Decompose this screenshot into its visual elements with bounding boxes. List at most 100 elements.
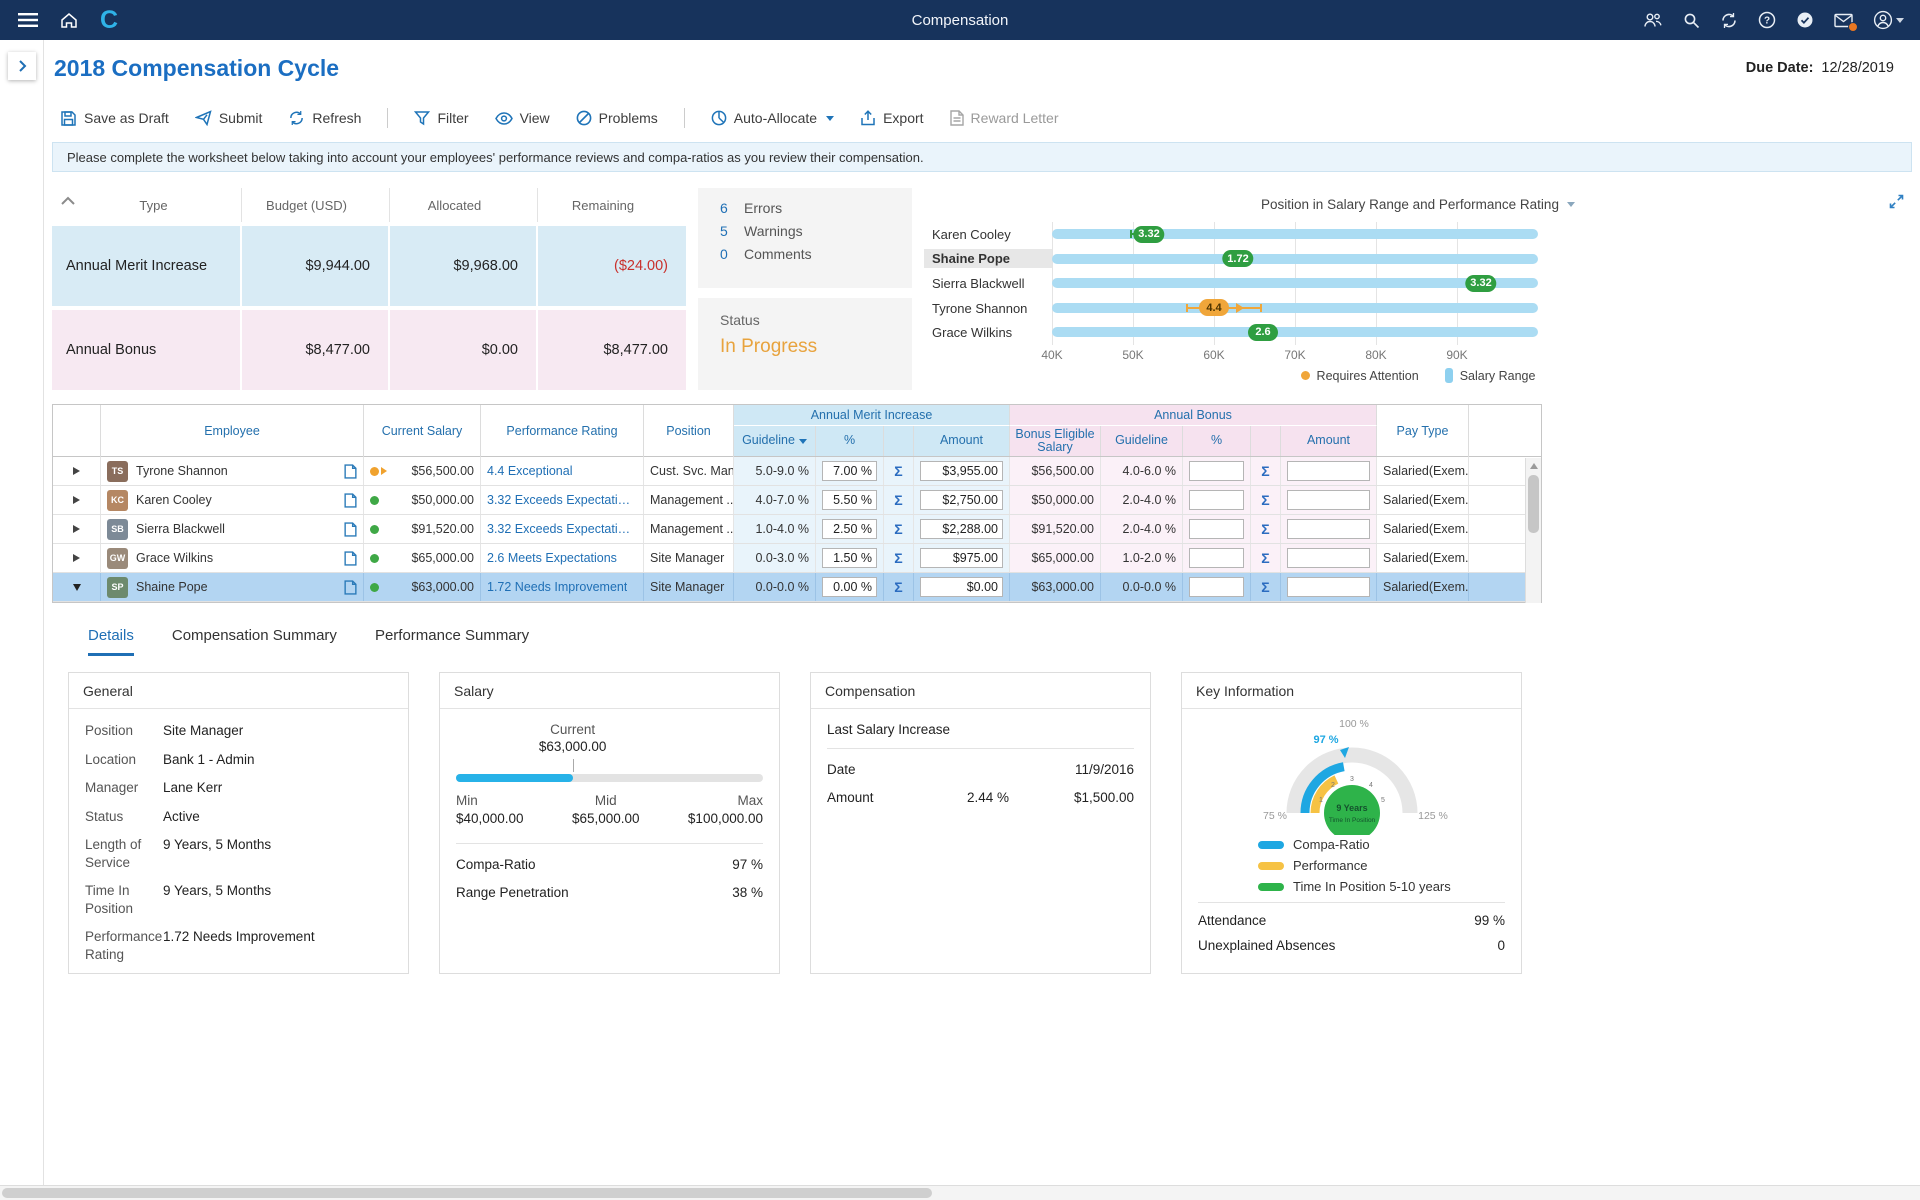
rating-badge[interactable]: 1.72 bbox=[1222, 250, 1253, 267]
merit-amount-input[interactable] bbox=[920, 577, 1003, 597]
employee-row-selected[interactable]: SPShaine Pope $63,000.00 1.72 Needs Impr… bbox=[53, 573, 1541, 602]
merit-percent-input[interactable] bbox=[822, 490, 877, 510]
bonus-percent-input[interactable] bbox=[1189, 519, 1244, 539]
bonus-amount-header[interactable]: Amount bbox=[1281, 426, 1377, 456]
sum-icon[interactable]: Σ bbox=[894, 521, 902, 537]
row-expander-icon[interactable] bbox=[73, 554, 80, 562]
merit-percent-input[interactable] bbox=[822, 577, 877, 597]
panel-expand-button[interactable] bbox=[8, 52, 36, 80]
scroll-up-arrow-icon[interactable] bbox=[1530, 463, 1538, 469]
view-button[interactable]: View bbox=[495, 110, 550, 126]
merit-percent-input[interactable] bbox=[822, 548, 877, 568]
employee-row[interactable]: SBSierra Blackwell $91,520.00 3.32 Excee… bbox=[53, 515, 1541, 544]
grid-vertical-scrollbar[interactable] bbox=[1525, 458, 1541, 603]
chart-expand-icon[interactable] bbox=[1889, 194, 1904, 209]
tab-performance-summary[interactable]: Performance Summary bbox=[375, 627, 529, 656]
row-collapse-icon[interactable] bbox=[73, 584, 81, 591]
help-icon[interactable]: ? bbox=[1758, 11, 1776, 29]
scrollbar-thumb[interactable] bbox=[2, 1188, 932, 1198]
rating-badge[interactable]: 2.6 bbox=[1248, 324, 1278, 341]
bonus-percent-header[interactable]: % bbox=[1183, 426, 1251, 456]
horizontal-scrollbar[interactable] bbox=[0, 1185, 1920, 1200]
bonus-percent-input[interactable] bbox=[1189, 548, 1244, 568]
sum-icon[interactable]: Σ bbox=[1261, 579, 1269, 595]
export-button[interactable]: Export bbox=[860, 110, 923, 126]
bonus-eligible-salary-header[interactable]: Bonus Eligible Salary bbox=[1010, 426, 1101, 456]
errors-row[interactable]: 6 Errors bbox=[720, 200, 912, 216]
note-icon[interactable] bbox=[344, 464, 357, 479]
pay-type-header[interactable]: Pay Type bbox=[1377, 405, 1469, 457]
employee-header[interactable]: Employee bbox=[101, 405, 364, 457]
note-icon[interactable] bbox=[344, 522, 357, 537]
merit-amount-header[interactable]: Amount bbox=[914, 426, 1010, 456]
tab-details[interactable]: Details bbox=[88, 627, 134, 656]
bonus-percent-input[interactable] bbox=[1189, 461, 1244, 481]
home-icon[interactable] bbox=[60, 12, 78, 29]
reward-letter-button[interactable]: Reward Letter bbox=[950, 110, 1059, 126]
bonus-amount-input[interactable] bbox=[1287, 577, 1370, 597]
sum-icon[interactable]: Σ bbox=[1261, 492, 1269, 508]
people-icon[interactable] bbox=[1643, 12, 1663, 28]
refresh-sync-icon[interactable] bbox=[1720, 12, 1738, 29]
save-as-draft-button[interactable]: Save as Draft bbox=[60, 110, 169, 127]
bonus-amount-input[interactable] bbox=[1287, 490, 1370, 510]
employee-row[interactable]: GWGrace Wilkins $65,000.00 2.6 Meets Exp… bbox=[53, 544, 1541, 573]
merit-percent-header[interactable]: % bbox=[816, 426, 884, 456]
rating-badge[interactable]: 4.4 bbox=[1199, 299, 1229, 316]
row-expander-icon[interactable] bbox=[73, 525, 80, 533]
messages-icon[interactable] bbox=[1834, 13, 1853, 28]
merit-percent-input[interactable] bbox=[822, 519, 877, 539]
note-icon[interactable] bbox=[344, 551, 357, 566]
sum-icon[interactable]: Σ bbox=[1261, 550, 1269, 566]
sum-icon[interactable]: Σ bbox=[1261, 521, 1269, 537]
rating-badge[interactable]: 3.32 bbox=[1133, 226, 1164, 243]
auto-allocate-button[interactable]: Auto-Allocate bbox=[711, 110, 834, 126]
refresh-button[interactable]: Refresh bbox=[288, 110, 361, 126]
bonus-percent-input[interactable] bbox=[1189, 577, 1244, 597]
bonus-guideline-header[interactable]: Guideline bbox=[1101, 426, 1183, 456]
merit-amount-input[interactable] bbox=[920, 461, 1003, 481]
merit-percent-input[interactable] bbox=[822, 461, 877, 481]
comments-row[interactable]: 0 Comments bbox=[720, 246, 912, 262]
scrollbar-thumb[interactable] bbox=[1528, 475, 1539, 533]
sum-icon[interactable]: Σ bbox=[894, 463, 902, 479]
collapse-section-chevron-icon[interactable] bbox=[60, 196, 76, 206]
filter-button[interactable]: Filter bbox=[414, 110, 468, 126]
note-icon[interactable] bbox=[344, 493, 357, 508]
merit-amount-input[interactable] bbox=[920, 548, 1003, 568]
merit-amount-input[interactable] bbox=[920, 490, 1003, 510]
current-salary-header[interactable]: Current Salary bbox=[364, 405, 481, 457]
bonus-amount-input[interactable] bbox=[1287, 548, 1370, 568]
note-icon[interactable] bbox=[344, 580, 357, 595]
sum-icon[interactable]: Σ bbox=[894, 550, 902, 566]
performance-rating-link[interactable]: 3.32 Exceeds Expectations bbox=[487, 522, 637, 536]
performance-rating-link[interactable]: 3.32 Exceeds Expectations bbox=[487, 493, 637, 507]
merit-guideline-header[interactable]: Guideline bbox=[734, 426, 816, 456]
employee-row[interactable]: KCKaren Cooley $50,000.00 3.32 Exceeds E… bbox=[53, 486, 1541, 515]
app-logo[interactable]: C bbox=[100, 8, 118, 33]
merit-amount-input[interactable] bbox=[920, 519, 1003, 539]
warnings-row[interactable]: 5 Warnings bbox=[720, 223, 912, 239]
row-expander-icon[interactable] bbox=[73, 467, 80, 475]
submit-button[interactable]: Submit bbox=[195, 110, 263, 126]
performance-rating-link[interactable]: 2.6 Meets Expectations bbox=[487, 551, 617, 565]
performance-rating-link[interactable]: 4.4 Exceptional bbox=[487, 464, 572, 478]
chart-title-caret-icon[interactable] bbox=[1567, 202, 1575, 207]
tab-compensation-summary[interactable]: Compensation Summary bbox=[172, 627, 337, 656]
bonus-amount-input[interactable] bbox=[1287, 461, 1370, 481]
rating-badge[interactable]: 3.32 bbox=[1465, 275, 1496, 292]
sum-icon[interactable]: Σ bbox=[894, 579, 902, 595]
bonus-percent-input[interactable] bbox=[1189, 490, 1244, 510]
profile-icon[interactable] bbox=[1873, 10, 1904, 30]
search-icon[interactable] bbox=[1683, 12, 1700, 29]
position-header[interactable]: Position bbox=[644, 405, 734, 457]
guideline-filter-caret-icon[interactable] bbox=[799, 439, 807, 444]
problems-button[interactable]: Problems bbox=[576, 110, 658, 126]
hamburger-menu-icon[interactable] bbox=[18, 12, 38, 28]
performance-rating-header[interactable]: Performance Rating bbox=[481, 405, 644, 457]
approvals-check-icon[interactable] bbox=[1796, 11, 1814, 29]
row-expander-icon[interactable] bbox=[73, 496, 80, 504]
performance-rating-link[interactable]: 1.72 Needs Improvement bbox=[487, 580, 627, 594]
bonus-amount-input[interactable] bbox=[1287, 519, 1370, 539]
sum-icon[interactable]: Σ bbox=[1261, 463, 1269, 479]
